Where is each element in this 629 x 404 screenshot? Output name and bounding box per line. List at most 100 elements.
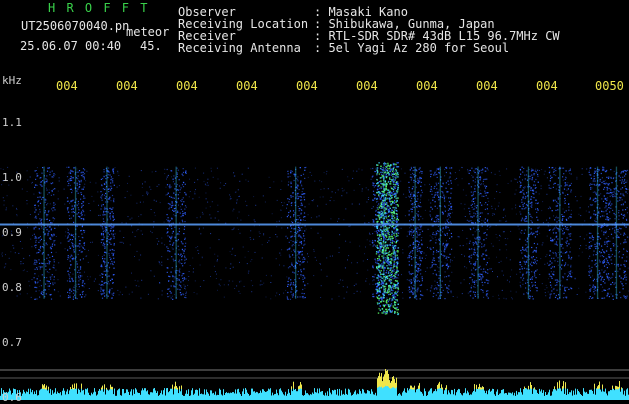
noise-dot (531, 220, 532, 221)
meteor-dot (297, 231, 298, 232)
meteor-dot (565, 203, 566, 204)
noise-dot (507, 280, 508, 281)
meteor-dot (590, 167, 591, 168)
meteor-dot (594, 244, 595, 245)
meteor-dot (487, 204, 488, 205)
meteor-dot (623, 181, 624, 182)
meteor-dot (433, 251, 434, 252)
meteor-dot (476, 244, 477, 245)
meteor-dot (104, 195, 105, 196)
noise-dot (286, 276, 287, 277)
meteor-dot (77, 189, 78, 190)
noise-dot (506, 249, 507, 250)
noise-dot (447, 291, 448, 292)
noise-dot (567, 182, 568, 183)
meteor-dot (519, 269, 520, 270)
meteor-dot (566, 220, 567, 221)
noise-dot (127, 183, 128, 184)
meteor-dot (47, 244, 48, 245)
noise-dot (217, 261, 218, 262)
noise-dot (27, 203, 28, 204)
noise-dot (95, 279, 96, 280)
noise-dot (307, 283, 308, 284)
noise-dot (161, 243, 162, 244)
noise-dot (97, 191, 98, 192)
noise-dot (137, 251, 138, 252)
meteor-dot (608, 178, 609, 179)
meteor-dot (525, 264, 526, 265)
noise-dot (159, 261, 160, 262)
meteor-dot (561, 229, 562, 230)
meteor-dot (300, 200, 301, 201)
noise-dot (332, 256, 333, 257)
noise-dot (302, 230, 303, 231)
noise-dot (324, 188, 325, 189)
meteor-dot (420, 298, 421, 299)
meteor-dot (533, 197, 534, 198)
meteor-dot (535, 187, 536, 188)
meteor-dot (430, 290, 431, 291)
meteor-dot (472, 207, 473, 208)
meteor-dot (34, 262, 35, 263)
meteor-dot (532, 252, 533, 253)
meteor-dot (449, 213, 450, 214)
meteor-dot (172, 233, 173, 234)
meteor-dot (535, 179, 536, 180)
meteor-dot (534, 243, 535, 244)
noise-dot (138, 216, 139, 217)
noise-dot (425, 210, 426, 211)
meteor-dot (562, 244, 563, 245)
meteor-dot (372, 200, 373, 201)
meteor-dot (388, 245, 389, 246)
noise-dot (137, 281, 138, 282)
meteor-dot (529, 298, 530, 299)
meteor-dot (47, 271, 48, 272)
meteor-dot (561, 246, 562, 247)
meteor-dot (35, 281, 36, 282)
noise-dot (49, 189, 50, 190)
meteor-dot (304, 277, 305, 278)
meteor-dot (614, 264, 615, 265)
noise-dot (607, 244, 608, 245)
meteor-dot (623, 295, 624, 296)
meteor-dot (73, 299, 74, 300)
meteor-dot (446, 243, 447, 244)
noise-dot (446, 197, 447, 198)
meteor-dot (615, 282, 616, 283)
noise-dot (252, 285, 253, 286)
meteor-dot (51, 222, 52, 223)
noise-dot (556, 189, 557, 190)
noise-dot (445, 263, 446, 264)
meteor-dot (589, 212, 590, 213)
meteor-dot (108, 189, 109, 190)
noise-dot (516, 190, 517, 191)
noise-dot (344, 298, 345, 299)
meteor-dot (430, 170, 431, 171)
noise-dot (64, 204, 65, 205)
noise-dot (411, 235, 412, 236)
meteor-dot (479, 221, 480, 222)
meteor-dot (601, 211, 602, 212)
meteor-dot (523, 278, 524, 279)
meteor-dot (571, 257, 572, 258)
meteor-dot (562, 218, 563, 219)
meteor-dot (104, 290, 105, 291)
meteor-dot (114, 250, 115, 251)
meteor-dot (591, 270, 592, 271)
meteor-dot (185, 286, 186, 287)
meteor-dot (83, 205, 84, 206)
meteor-dot (417, 246, 418, 247)
noise-dot (449, 281, 450, 282)
meteor-dot (81, 218, 82, 219)
meteor-dot (532, 296, 533, 297)
noise-dot (304, 288, 305, 289)
meteor-dot (553, 184, 554, 185)
meteor-dot (409, 196, 410, 197)
meteor-dot (472, 234, 473, 235)
noise-dot (273, 181, 274, 182)
noise-dot (585, 292, 586, 293)
noise-dot (220, 182, 221, 183)
meteor-dot (473, 286, 474, 287)
meteor-dot (288, 173, 289, 174)
noise-dot (229, 280, 230, 281)
